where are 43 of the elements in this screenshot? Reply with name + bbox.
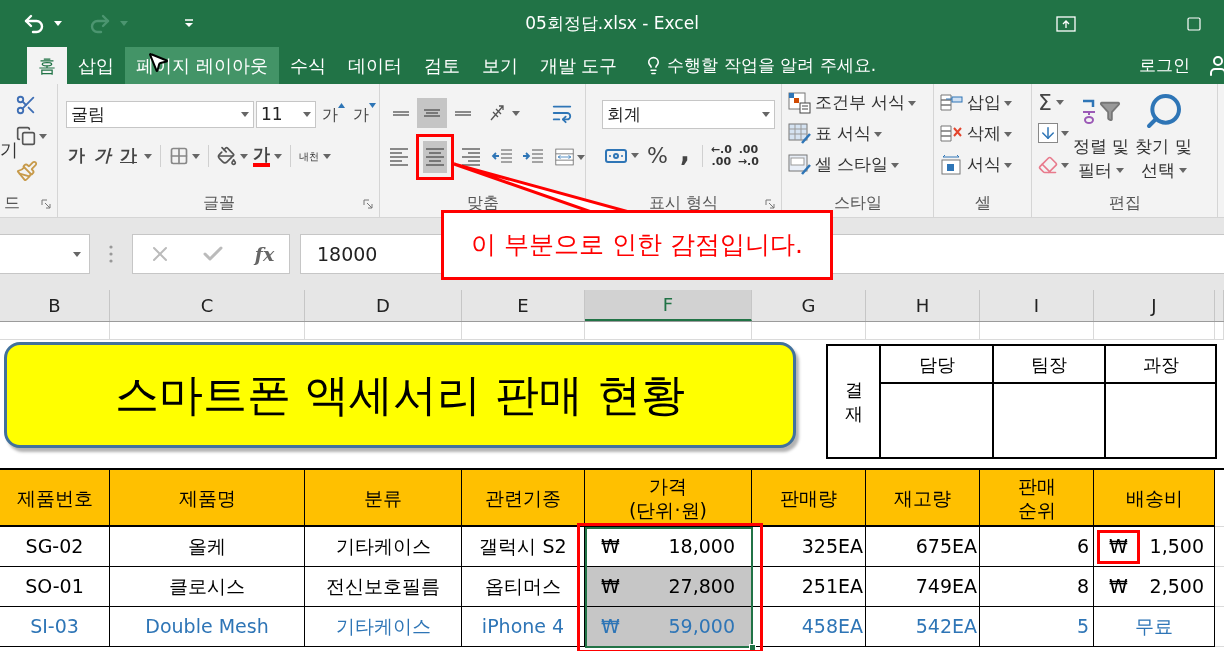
table-cell: SI-03 — [0, 607, 110, 647]
table-cell: 8 — [980, 567, 1094, 607]
table-cell: SG-02 — [0, 527, 110, 567]
group-label: 드 — [4, 192, 20, 214]
table-cell: ₩ 2,500 — [1094, 567, 1215, 607]
table-cell: 클로시스 — [110, 567, 305, 607]
table-header-cell: 관련기종 — [462, 470, 585, 527]
table-cell: 올케 — [110, 527, 305, 567]
table-cell: 542EA — [866, 607, 980, 647]
table-cell: SO-01 — [0, 567, 110, 607]
table-cell: 기타케이스 — [305, 527, 462, 567]
table-header-cell: 판매 순위 — [980, 470, 1094, 527]
table-cell: 325EA — [752, 527, 866, 567]
table-header-cell: 재고량 — [866, 470, 980, 527]
table-cell: ₩ 1,500 — [1094, 527, 1215, 567]
table-header-cell: 분류 — [305, 470, 462, 527]
table-cell: 675EA — [866, 527, 980, 567]
table-cell: 749EA — [866, 567, 980, 607]
table-cell: 전신보호필름 — [305, 567, 462, 607]
window-title: 05회정답.xlsx - Excel — [525, 11, 699, 35]
table-header-cell: 제품번호 — [0, 470, 110, 527]
approval-label: 결재 — [844, 378, 863, 425]
table-cell: 251EA — [752, 567, 866, 607]
table-cell: 기타케이스 — [305, 607, 462, 647]
approval-role: 담당 — [881, 346, 994, 384]
approval-role: 과장 — [1106, 346, 1215, 384]
table-header-cell: 제품명 — [110, 470, 305, 527]
approval-role: 팀장 — [994, 346, 1106, 384]
table-cell: 갤럭시 S2 — [462, 527, 585, 567]
table-cell: 5 — [980, 607, 1094, 647]
table-cell: 6 — [980, 527, 1094, 567]
group-label: 글꼴 — [202, 192, 235, 214]
group-label: 셀 — [974, 192, 991, 214]
group-label: 스타일 — [833, 192, 882, 214]
title-shape: 스마트폰 액세서리 판매 현황 — [4, 342, 796, 448]
table-header-cell: 배송비 — [1094, 470, 1215, 527]
table-cell: 무료 — [1094, 607, 1215, 647]
group-label: 편집 — [1108, 192, 1141, 214]
table-header-cell: 가격 (단위·원) — [585, 470, 752, 527]
table-cell: Double Mesh — [110, 607, 305, 647]
table-cell: 옵티머스 — [462, 567, 585, 607]
table-header-cell: 판매량 — [752, 470, 866, 527]
table-cell: iPhone 4 — [462, 607, 585, 647]
